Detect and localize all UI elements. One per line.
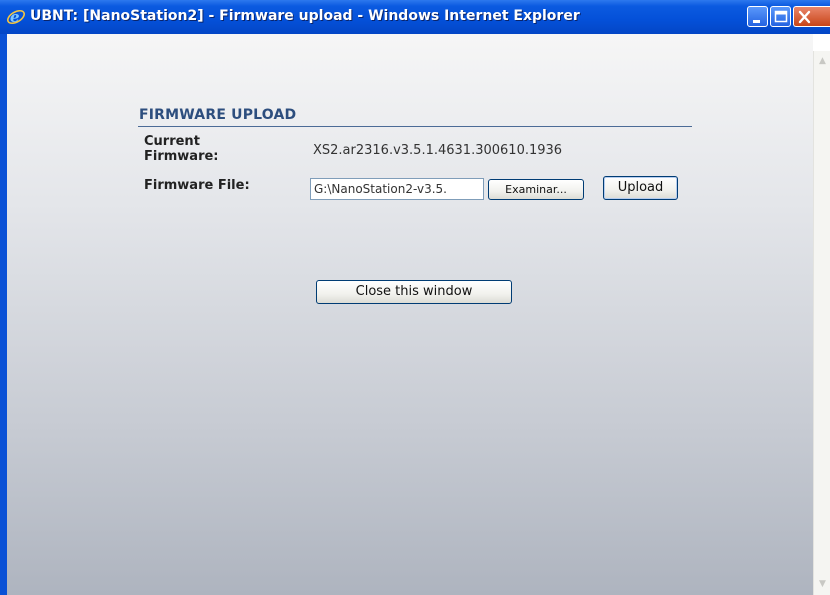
section-divider	[138, 126, 692, 127]
scroll-down-icon[interactable]: ▼	[815, 577, 830, 592]
current-firmware-value: XS2.ar2316.v3.5.1.4631.300610.1936	[313, 143, 563, 158]
minimize-icon	[753, 20, 760, 23]
browse-button[interactable]: Examinar...	[488, 179, 584, 200]
scrollbar-gap	[813, 34, 830, 51]
firmware-file-label: Firmware File:	[144, 178, 250, 193]
vertical-scrollbar[interactable]: ▲ ▼	[813, 51, 830, 595]
close-icon	[798, 10, 811, 24]
minimize-button[interactable]	[747, 6, 768, 27]
maximize-button[interactable]	[770, 6, 791, 27]
internet-explorer-icon: e	[7, 8, 25, 26]
close-window-button[interactable]	[793, 6, 830, 27]
current-firmware-label: Current Firmware:	[144, 134, 219, 164]
browser-window: e UBNT: [NanoStation2] - Firmware upload…	[0, 0, 830, 595]
page-content	[7, 34, 813, 595]
maximize-icon	[774, 10, 788, 23]
scroll-up-icon[interactable]: ▲	[815, 54, 830, 69]
upload-button[interactable]: Upload	[603, 176, 678, 200]
svg-text:e: e	[10, 8, 20, 26]
close-this-window-button[interactable]: Close this window	[316, 280, 512, 304]
section-title: FIRMWARE UPLOAD	[139, 107, 297, 123]
firmware-file-input[interactable]	[310, 178, 484, 200]
window-title: UBNT: [NanoStation2] - Firmware upload -…	[30, 8, 580, 24]
title-bar[interactable]: e UBNT: [NanoStation2] - Firmware upload…	[0, 0, 830, 34]
